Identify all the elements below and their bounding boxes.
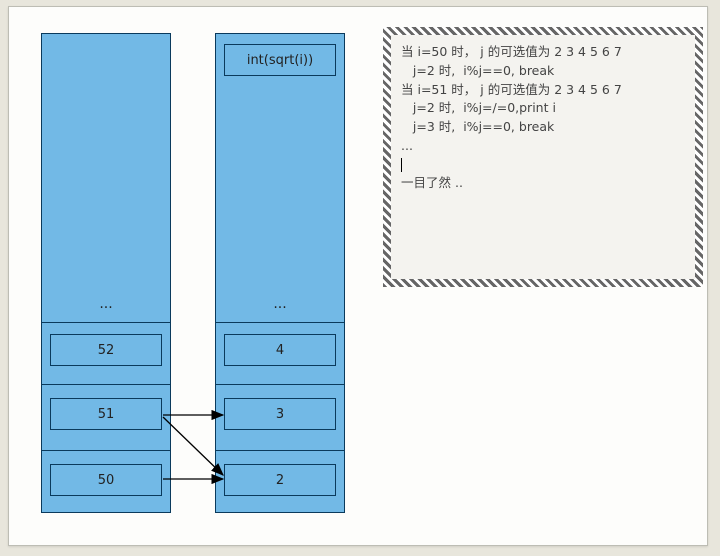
trace-line-1: j=2 时, i%j==0, break — [401, 62, 685, 81]
right-header-cell: int(sqrt(i)) — [224, 44, 336, 76]
text-cursor-icon — [401, 158, 402, 172]
left-cell-1: 51 — [50, 398, 162, 430]
right-cell-2: 2 — [224, 464, 336, 496]
trace-line-3: j=2 时, i%j=/=0,print i — [401, 99, 685, 118]
trace-line-4: j=3 时, i%j==0, break — [401, 118, 685, 137]
left-stack-column: ... 52 51 50 — [41, 33, 171, 513]
trace-line-8: 一目了然 .. — [401, 174, 685, 193]
arrow-51-to-2 — [163, 417, 223, 475]
left-cell-0: 52 — [50, 334, 162, 366]
trace-output-box: 当 i=50 时， j 的可选值为 2 3 4 5 6 7 j=2 时, i%j… — [383, 27, 703, 287]
trace-line-2: 当 i=51 时， j 的可选值为 2 3 4 5 6 7 — [401, 81, 685, 100]
left-ellipsis: ... — [42, 296, 170, 312]
right-divider-0 — [216, 322, 344, 323]
right-ellipsis: ... — [216, 296, 344, 312]
left-divider-0 — [42, 322, 170, 323]
right-cell-1: 3 — [224, 398, 336, 430]
trace-line-7 — [401, 156, 685, 175]
right-divider-2 — [216, 450, 344, 451]
trace-line-0: 当 i=50 时， j 的可选值为 2 3 4 5 6 7 — [401, 43, 685, 62]
canvas-frame: ... 52 51 50 int(sqrt(i)) ... 4 3 2 当 i=… — [8, 6, 708, 546]
right-stack-column: int(sqrt(i)) ... 4 3 2 — [215, 33, 345, 513]
right-cell-0: 4 — [224, 334, 336, 366]
trace-line-6: ... — [401, 137, 685, 156]
left-divider-1 — [42, 384, 170, 385]
right-divider-1 — [216, 384, 344, 385]
left-divider-2 — [42, 450, 170, 451]
left-cell-2: 50 — [50, 464, 162, 496]
